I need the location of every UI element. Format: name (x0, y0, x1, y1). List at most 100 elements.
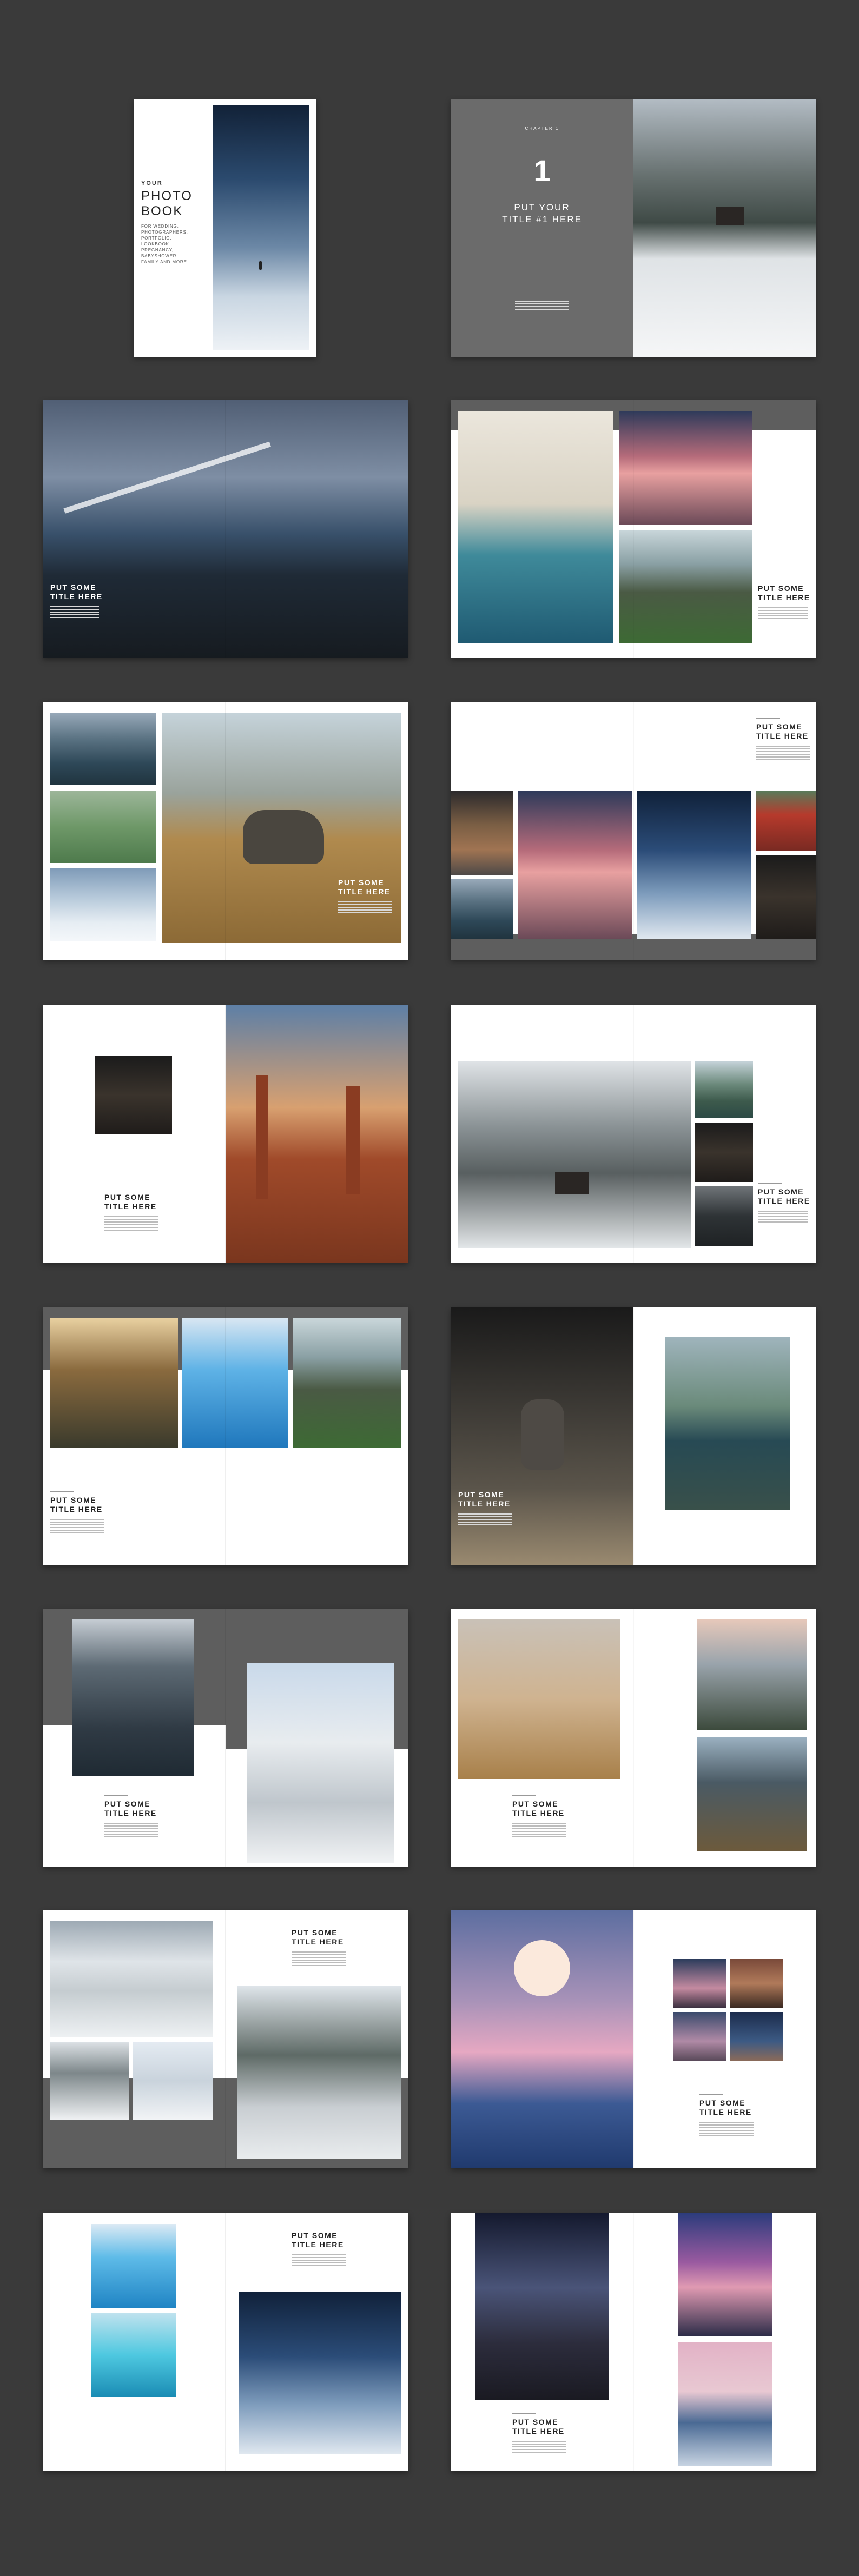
spread-desert: PUT SOME TITLE HERE (451, 1609, 816, 1867)
spread-baobab: PUT SOME TITLE HERE (43, 1005, 408, 1263)
body-text (699, 2120, 754, 2138)
spread-waves-mountains: PUT SOME TITLE HERE (451, 400, 816, 658)
body-text (104, 1821, 158, 1839)
section-title: PUT SOME TITLE HERE (512, 1800, 565, 1817)
pink-mountain-photo (619, 411, 752, 525)
lake-shore-photo (451, 879, 513, 939)
spine (225, 1910, 226, 2168)
stag-head-shape (521, 1399, 564, 1470)
moon-disc (514, 1940, 570, 1996)
galaxy-shore-photo (475, 2213, 609, 2400)
cabin-shape (555, 1172, 589, 1194)
chapter-panel (451, 99, 633, 357)
spread-moon: PUT SOME TITLE HERE (451, 1910, 816, 2168)
spine (225, 702, 226, 960)
spread-winter-road: PUT SOME TITLE HERE (43, 1609, 408, 1867)
section-title: PUT SOME TITLE HERE (104, 1800, 157, 1817)
spread-stag: PUT SOME TITLE HERE (451, 1307, 816, 1565)
body-text (512, 2439, 566, 2454)
valley-field-photo (697, 1737, 807, 1851)
spread-elephant: PUT SOME TITLE HERE (43, 702, 408, 960)
spread-galaxy: PUT SOME TITLE HERE (451, 2213, 816, 2471)
snow-road-aerial-photo (50, 1921, 213, 2037)
frosted-trees-road-photo (247, 1663, 394, 1863)
cover-page: YOUR PHOTO BOOK FOR WEDDING, PHOTOGRAPHE… (134, 99, 316, 357)
spread-night-sky: PUT SOME TITLE HERE (451, 702, 816, 960)
section-title: PUT SOME TITLE HERE (699, 2099, 752, 2116)
section-title: PUT SOME TITLE HERE (338, 878, 391, 896)
baobab-trunk-right (346, 1086, 360, 1194)
cover-subtitle: FOR WEDDING, PHOTOGRAPHERS, PORTFOLIO, L… (141, 224, 188, 264)
section-title: PUT SOME TITLE HERE (50, 583, 103, 601)
elephant-shape (243, 810, 324, 864)
snow-walker-photo (50, 868, 156, 941)
dusk-photo-3 (673, 2012, 726, 2061)
section-title: PUT SOME TITLE HERE (512, 2418, 565, 2435)
green-valley-photo (619, 530, 752, 643)
body-text (758, 1209, 808, 1224)
chapter-label: CHAPTER 1 (525, 126, 559, 131)
pink-beach-photo (678, 2342, 772, 2466)
red-bird-photo (756, 791, 816, 851)
section-title: PUT SOME TITLE HERE (292, 2231, 344, 2249)
snow-cabin-photo (50, 2042, 129, 2120)
spine (225, 2213, 226, 2471)
title-rule (512, 1795, 536, 1796)
section-title: PUT SOME TITLE HERE (758, 1187, 810, 1205)
dusk-photo-1 (673, 1959, 726, 2008)
body-text (458, 1512, 512, 1527)
spread-snow-road: PUT SOME TITLE HERE (43, 1910, 408, 2168)
body-text (292, 2253, 346, 2268)
baobab-avenue-photo (226, 1005, 408, 1263)
section-title: PUT SOME TITLE HERE (758, 584, 810, 602)
title-rule (104, 1795, 128, 1796)
spine (633, 702, 634, 960)
coast-rocks-photo (695, 1186, 753, 1246)
section-title: PUT SOME TITLE HERE (104, 1193, 157, 1211)
chapter-title: PUT YOUR TITLE #1 HERE (502, 202, 582, 224)
car-snow-road-photo (237, 1986, 401, 2159)
spread-ice: PUT SOME TITLE HERE (43, 1307, 408, 1565)
river-valley-photo (293, 1318, 401, 1448)
spine (633, 2213, 634, 2471)
section-title: PUT SOME TITLE HERE (756, 722, 809, 740)
title-rule (756, 718, 780, 719)
section-title: PUT SOME TITLE HERE (458, 1490, 511, 1508)
spine (633, 1910, 634, 2168)
section-title: PUT SOME TITLE HERE (50, 1496, 103, 1513)
canyon-photo (451, 791, 513, 875)
frost-woods-photo (133, 2042, 213, 2120)
pink-lake-photo (518, 791, 632, 939)
spread-coast: PUT SOME TITLE HERE (43, 400, 408, 658)
body-text (104, 1214, 158, 1232)
mountain-forest-photo (697, 1619, 807, 1730)
cover-title-line3: BOOK (141, 204, 183, 218)
spine (225, 400, 226, 658)
cover-walker-figure (259, 261, 262, 270)
cover-title-block: YOUR PHOTO BOOK FOR WEDDING, PHOTOGRAPHE… (141, 180, 206, 265)
crater-lake-photo (665, 1337, 790, 1510)
stone-forest-photo (72, 1619, 194, 1776)
title-rule (758, 1183, 782, 1184)
deer-portrait-photo (695, 1123, 753, 1182)
body-text (756, 744, 810, 762)
baobab-trunk-left (256, 1075, 268, 1199)
dusk-photo-2 (730, 1959, 783, 2008)
purple-lake-photo (678, 2213, 772, 2336)
snowy-cabin-photo (633, 99, 816, 357)
section-title: PUT SOME TITLE HERE (292, 1928, 344, 1946)
spine (633, 1609, 634, 1867)
snow-forest-cabin-photo (458, 1061, 691, 1248)
cover-milky-way-photo (213, 105, 309, 350)
mountain-lake-photo (50, 713, 156, 785)
chapter-body-text (515, 299, 569, 311)
starry-snow-photo (637, 791, 751, 939)
spine (225, 1609, 226, 1867)
spine (633, 1307, 634, 1565)
dusk-photo-4 (730, 2012, 783, 2061)
body-text (50, 1517, 104, 1535)
chapter-number: 1 (533, 154, 551, 188)
photo-book-preview: { "cover": { "line1": "YOUR", "line2": "… (0, 0, 859, 2576)
body-text (338, 900, 392, 915)
cover-title-line1: YOUR (141, 180, 163, 187)
